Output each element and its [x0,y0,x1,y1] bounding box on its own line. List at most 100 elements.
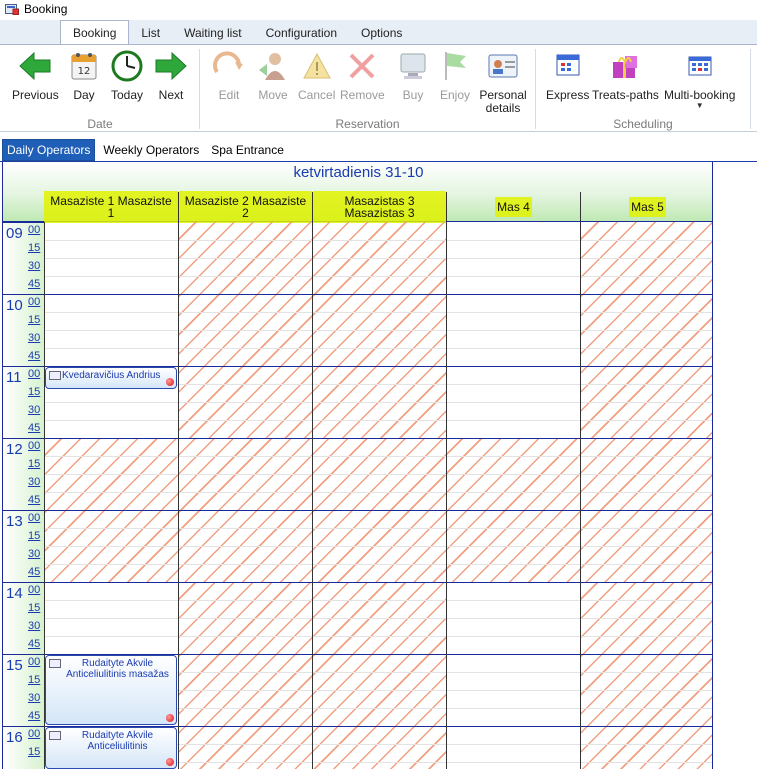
column-divider [178,222,179,769]
tab-daily-operators[interactable]: Daily Operators [2,139,96,161]
hour-label: 13 [6,513,23,530]
multi-grid-icon [683,49,717,83]
title-bar: Booking [0,0,757,18]
column-divider [312,222,313,769]
column-divider [446,222,447,769]
remove-icon [345,49,379,83]
personal-details-button[interactable]: Personal details [478,49,528,115]
appointment-card[interactable]: Rudaityte Akvile Anticeliulitinis masaža… [45,655,177,725]
appointment-card[interactable]: Rudaityte Akvile Anticeliulitinis [45,727,177,769]
flag-icon [438,49,472,83]
remove-button[interactable]: Remove [340,49,385,102]
tab-weekly-operators[interactable]: Weekly Operators [99,139,203,161]
monitor-icon [396,49,430,83]
group-scheduling: Express Treats-paths Multi-booking ▼ Sch… [536,45,750,133]
treats-paths-button[interactable]: Treats-paths [592,49,659,102]
hour-label: 12 [6,441,23,458]
minute-label: 30 [28,548,41,560]
status-dot-icon [166,378,174,386]
group-scheduling-title: Scheduling [613,117,673,131]
appointment-client: Kvedaravičius Andrius [62,370,161,381]
hour-row: 11 00 15 30 45 [3,366,44,438]
minute-label: 30 [28,620,41,632]
tab-waiting-list[interactable]: Waiting list [172,22,254,44]
buy-button[interactable]: Buy [396,49,430,102]
multi-booking-button[interactable]: Multi-booking ▼ [664,49,735,110]
appointment-client: Rudaityte Akvile [81,730,154,741]
move-button[interactable]: Move [256,49,290,102]
move-icon [256,49,290,83]
appointment-card[interactable]: Kvedaravičius Andrius [45,367,177,389]
minute-label: 00 [28,368,41,380]
tab-spa-entrance[interactable]: Spa Entrance [207,139,288,161]
appointment-card-icon [49,371,61,380]
group-date-title: Date [87,117,113,131]
minute-label: 15 [28,746,41,758]
arrow-left-icon [18,49,52,83]
minute-label: 45 [28,422,41,434]
ribbon-tab-strip: Booking List Waiting list Configuration … [0,20,757,44]
minute-label: 00 [28,440,41,452]
express-button[interactable]: Express [546,49,589,102]
hour-label: 10 [6,297,23,314]
next-button[interactable]: Next [154,49,188,102]
hour-row: 14 00 15 30 45 [3,582,44,654]
id-card-icon [486,49,520,83]
appointment-card-icon [49,659,61,668]
clock-icon [110,49,144,83]
tab-booking[interactable]: Booking [60,20,130,44]
minute-label: 15 [28,674,41,686]
minute-label: 30 [28,692,41,704]
personal-details-label: Personal details [479,88,527,115]
day-button[interactable]: 12 Day [67,49,101,102]
minute-label: 15 [28,314,41,326]
booking-app-icon [5,3,19,15]
minute-label: 00 [28,584,41,596]
enjoy-button[interactable]: Enjoy [438,49,472,102]
minute-label: 30 [28,476,41,488]
column-header-4[interactable]: Mas 4 [446,192,580,221]
tab-list[interactable]: List [129,22,172,44]
minute-label: 45 [28,278,41,290]
day-scheduler: ketvirtadienis 31-10 Masaziste 1 Masazis… [2,162,713,769]
date-title: ketvirtadienis 31-10 [293,164,424,181]
edit-button[interactable]: Edit [212,49,246,102]
minute-label: 45 [28,350,41,362]
hour-row: 13 00 15 30 45 [3,510,44,582]
cancel-button[interactable]: Cancel [298,49,335,102]
minute-label: 15 [28,242,41,254]
group-date: Previous 12 Day Today Next Date [0,45,200,133]
arrow-right-icon [154,49,188,83]
minute-label: 00 [28,656,41,668]
minute-label: 30 [28,260,41,272]
minute-label: 00 [28,728,41,740]
ribbon-separator [750,49,751,129]
appointment-client: Rudaityte Akvile [81,658,154,669]
edit-icon [212,49,246,83]
minute-label: 15 [28,530,41,542]
tab-configuration[interactable]: Configuration [254,22,349,44]
tab-options[interactable]: Options [349,22,414,44]
minute-label: 30 [28,404,41,416]
chevron-down-icon[interactable]: ▼ [696,102,704,110]
schedule-grid[interactable]: Kvedaravičius Andrius Rudaityte Akvile A… [44,222,712,769]
hour-label: 15 [6,657,23,674]
grid-calendar-icon [551,49,585,83]
minute-label: 30 [28,332,41,344]
column-header-5[interactable]: Mas 5 [580,192,712,221]
column-header-3[interactable]: Masazistas 3 Masazistas 3 [312,190,446,223]
column-divider [580,222,581,769]
hour-label: 09 [6,225,23,242]
appointment-service: Anticeliulitinis [87,741,148,752]
warning-icon [300,49,334,83]
appointment-card-icon [49,731,61,740]
unavailable-slot [580,582,712,769]
minute-label: 00 [28,224,41,236]
column-header-2[interactable]: Masaziste 2 Masaziste 2 [178,190,312,223]
column-header-1[interactable]: Masaziste 1 Masaziste 1 [44,190,178,223]
hour-row: 16 00 15 [3,726,44,769]
previous-button[interactable]: Previous [12,49,59,102]
minute-label: 45 [28,566,41,578]
today-button[interactable]: Today [110,49,144,102]
view-tab-strip: Daily Operators Weekly Operators Spa Ent… [0,138,757,162]
